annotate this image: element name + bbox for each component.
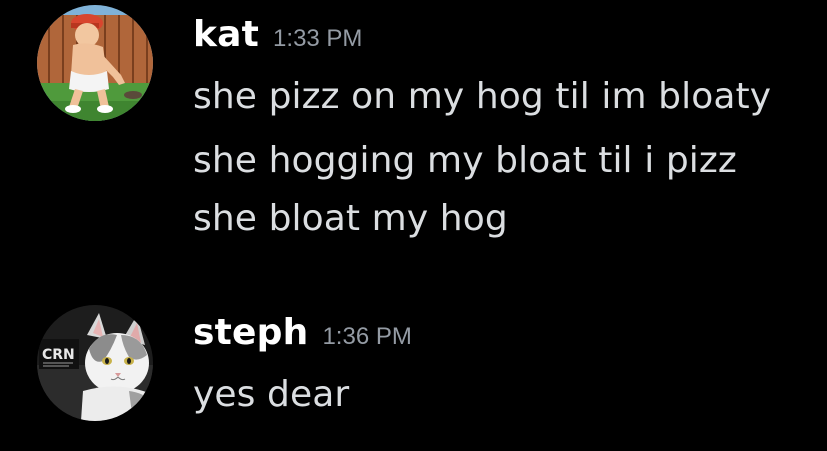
user-avatar-kat[interactable] xyxy=(37,5,153,121)
cat-photo-icon: CRN xyxy=(37,305,153,421)
message-header-steph: steph 1:36 PM xyxy=(193,312,412,353)
username-kat[interactable]: kat xyxy=(193,14,259,55)
message-text: she pizz on my hog til im bloaty xyxy=(193,76,772,117)
timestamp-kat[interactable]: 1:33 PM xyxy=(273,25,362,52)
username-steph[interactable]: steph xyxy=(193,312,308,353)
message-header-kat: kat 1:33 PM xyxy=(193,14,362,55)
message-group-steph: CRN steph 1:36 PM yes dear xyxy=(0,290,827,450)
message-text: she hogging my bloat til i pizz xyxy=(193,140,737,181)
cartoon-boy-icon xyxy=(37,5,153,121)
message-text: yes dear xyxy=(193,374,350,415)
message-text: she bloat my hog xyxy=(193,198,508,239)
message-group-kat: kat 1:33 PM she pizz on my hog til im blo… xyxy=(0,0,827,260)
timestamp-steph[interactable]: 1:36 PM xyxy=(322,323,411,350)
avatar-badge-text: CRN xyxy=(42,347,75,363)
user-avatar-steph[interactable]: CRN xyxy=(37,305,153,421)
